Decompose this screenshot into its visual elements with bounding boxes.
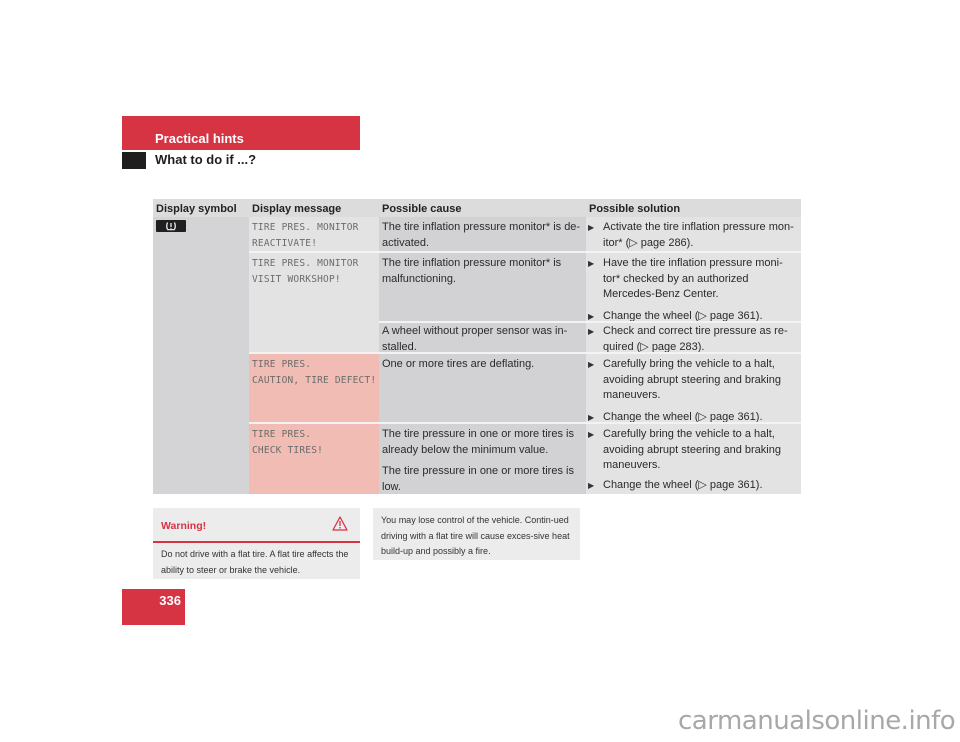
display-messages-table: Display symbol Display message Possible … <box>153 199 801 494</box>
warning-divider <box>153 541 360 543</box>
warning-continued-text: You may lose control of the vehicle. Con… <box>381 515 570 556</box>
page-number-tab: 336 <box>122 589 185 625</box>
solution-text: Change the wheel (▷ page 361). <box>603 309 763 322</box>
column-header-possible-solution: Possible solution <box>586 199 801 217</box>
watermark: carmanualsonline.info <box>678 706 956 736</box>
solution-text: Have the tire inflation pressure moni-to… <box>603 257 783 300</box>
solution-text: Change the wheel (▷ page 361). <box>603 478 763 491</box>
message-line: TIRE PRES. MONITOR <box>252 258 359 269</box>
possible-cause-cell: A wheel without proper sensor was in-sta… <box>379 323 586 353</box>
cause-text: The tire pressure in one or more tires i… <box>382 428 574 456</box>
display-symbol-cell <box>153 217 249 494</box>
possible-solution-cell: ▶ Activate the tire inflation pressure mo… <box>586 217 801 251</box>
solution-item: ▶ Activate the tire inflation pressure mo… <box>586 220 797 251</box>
warning-text: Do not drive with a flat tire. A flat ti… <box>161 549 349 575</box>
solution-item: ▶ Carefully bring the vehicle to a halt, … <box>586 427 797 474</box>
subsection-title: What to do if ...? <box>155 152 257 167</box>
display-message-cell: TIRE PRES. MONITOR VISIT WORKSHOP! <box>249 253 379 352</box>
warning-triangle-icon <box>332 516 348 536</box>
warning-continued-box: You may lose control of the vehicle. Con… <box>373 508 580 560</box>
possible-cause-cell: The tire inflation pressure monitor* is … <box>379 253 586 321</box>
message-line: VISIT WORKSHOP! <box>252 274 341 285</box>
page-number: 336 <box>159 593 181 608</box>
solution-text: Change the wheel (▷ page 361). <box>603 410 763 423</box>
warning-title: Warning! <box>161 520 207 532</box>
message-line: TIRE PRES. MONITOR <box>252 222 359 233</box>
display-message-cell: TIRE PRES. MONITOR REACTIVATE! <box>249 217 379 251</box>
cause-text: The tire pressure in one or more tires i… <box>382 465 574 493</box>
message-line: REACTIVATE! <box>252 238 318 249</box>
section-title: Practical hints <box>155 131 244 146</box>
solution-text: Check and correct tire pressure as re-qu… <box>603 325 788 353</box>
message-line: CAUTION, TIRE DEFECT! <box>252 375 377 386</box>
display-message-cell-highlighted: TIRE PRES. CHECK TIRES! <box>249 424 379 494</box>
bullet-arrow-icon: ▶ <box>588 259 595 268</box>
bullet-arrow-icon: ▶ <box>588 360 595 369</box>
bullet-arrow-icon: ▶ <box>588 480 595 490</box>
column-header-possible-cause: Possible cause <box>379 199 586 217</box>
message-line: TIRE PRES. <box>252 359 312 370</box>
possible-solution-cell: ▶ Carefully bring the vehicle to a halt, … <box>586 354 801 423</box>
column-header-display-message: Display message <box>249 199 379 217</box>
solution-item: ▶ Change the wheel (▷ page 361). <box>586 478 797 494</box>
possible-solution-cell: ▶ Carefully bring the vehicle to a halt, … <box>586 424 801 494</box>
possible-solution-cell: ▶ Have the tire inflation pressure moni-t… <box>586 253 801 322</box>
bullet-arrow-icon: ▶ <box>588 430 595 439</box>
possible-cause-cell: The tire pressure in one or more tires i… <box>379 424 586 494</box>
possible-cause-cell: One or more tires are deflating. <box>379 354 586 422</box>
solution-text: Activate the tire inflation pressure mon… <box>603 221 794 249</box>
solution-item: ▶ Have the tire inflation pressure moni-t… <box>586 256 797 303</box>
tire-pressure-warning-icon <box>156 220 186 232</box>
possible-solution-cell: ▶ Check and correct tire pressure as re-q… <box>586 323 801 355</box>
bullet-arrow-icon: ▶ <box>588 223 595 232</box>
solution-text: Carefully bring the vehicle to a halt, a… <box>603 428 781 471</box>
display-message-cell-highlighted: TIRE PRES. CAUTION, TIRE DEFECT! <box>249 354 379 422</box>
column-header-display-symbol: Display symbol <box>153 199 249 217</box>
bullet-arrow-icon: ▶ <box>588 327 595 336</box>
message-line: TIRE PRES. <box>252 429 312 440</box>
message-line: CHECK TIRES! <box>252 445 324 456</box>
possible-cause-cell: The tire inflation pressure monitor* is … <box>379 217 586 251</box>
solution-text: Carefully bring the vehicle to a halt, a… <box>603 358 781 401</box>
subsection-marker <box>122 152 146 169</box>
solution-item: ▶ Check and correct tire pressure as re-q… <box>586 324 797 355</box>
solution-item: ▶ Carefully bring the vehicle to a halt, … <box>586 357 797 404</box>
warning-box: Warning! Do not drive with a flat tire. … <box>153 508 360 579</box>
